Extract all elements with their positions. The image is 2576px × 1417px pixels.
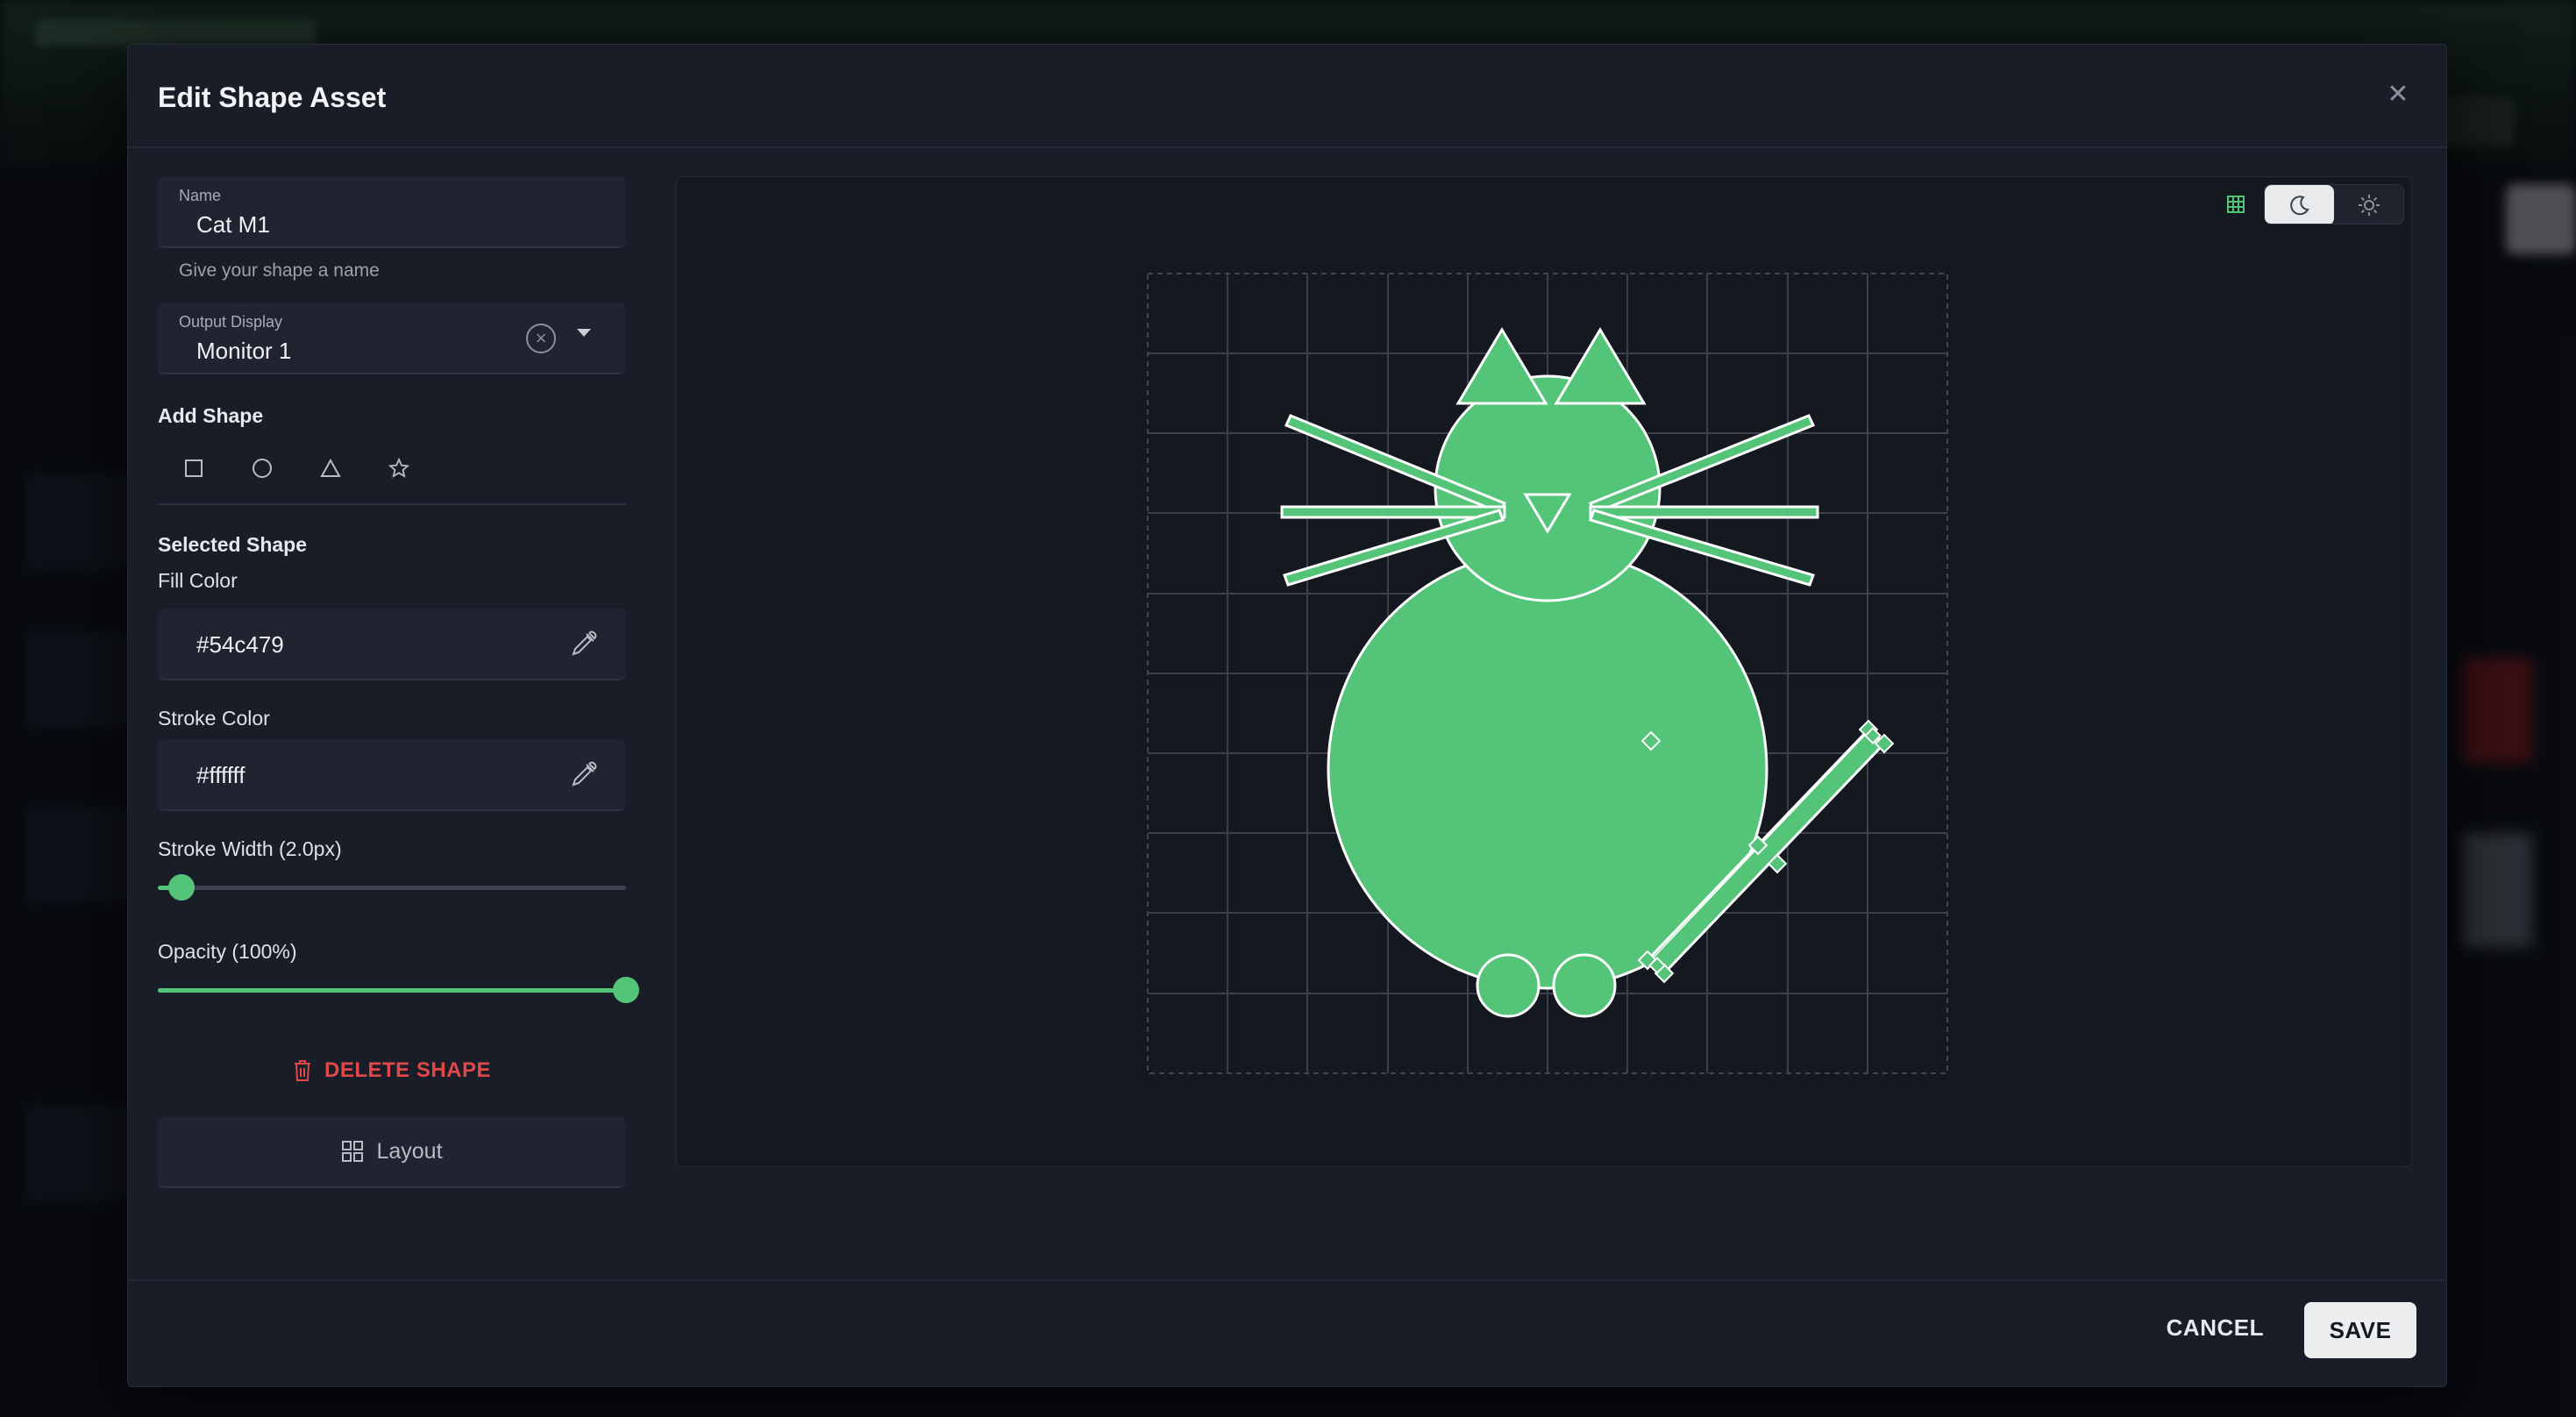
- output-display-value[interactable]: Monitor 1: [196, 338, 291, 365]
- shape-properties-panel: Name Cat M1 Give your shape a name Outpu…: [158, 176, 639, 1188]
- edit-shape-modal: Edit Shape Asset ✕ Name Cat M1 Give your…: [127, 44, 2447, 1387]
- stroke-color-label: Stroke Color: [158, 707, 270, 730]
- opacity-slider[interactable]: [158, 972, 639, 1008]
- slider-track[interactable]: [158, 886, 626, 890]
- eyedropper-icon[interactable]: [568, 758, 600, 790]
- fill-color-value[interactable]: #54c479: [196, 631, 284, 659]
- triangle-icon[interactable]: [317, 455, 344, 481]
- selected-shape-title: Selected Shape: [158, 533, 308, 556]
- layout-label: Layout: [376, 1138, 443, 1164]
- slider-thumb[interactable]: [613, 977, 639, 1003]
- chevron-down-icon[interactable]: [577, 329, 591, 337]
- stroke-width-label: Stroke Width (2.0px): [158, 837, 342, 860]
- cat-left-foot-shape[interactable]: [1476, 953, 1541, 1018]
- layout-button[interactable]: Layout: [158, 1116, 626, 1188]
- cat-whisker-shape[interactable]: [1280, 505, 1506, 519]
- shape-canvas[interactable]: [676, 176, 2412, 1167]
- modal-title: Edit Shape Asset: [158, 82, 387, 113]
- close-icon[interactable]: ✕: [2385, 82, 2411, 108]
- cat-right-ear-shape[interactable]: [1554, 327, 1647, 405]
- add-shape-toolbar: [181, 452, 626, 484]
- cat-left-ear-shape[interactable]: [1455, 327, 1548, 405]
- cat-right-foot-shape[interactable]: [1552, 953, 1617, 1018]
- output-display-label: Output Display: [179, 313, 283, 331]
- output-display-select[interactable]: Output Display Monitor 1 ×: [158, 303, 626, 374]
- cat-artwork[interactable]: [677, 177, 2413, 1168]
- name-helper-text: Give your shape a name: [179, 260, 380, 281]
- slider-fill: [158, 988, 626, 993]
- eyedropper-icon[interactable]: [568, 628, 600, 659]
- cat-whisker-shape[interactable]: [1589, 505, 1819, 519]
- star-icon[interactable]: [386, 455, 412, 481]
- opacity-label: Opacity (100%): [158, 940, 297, 963]
- name-field-value[interactable]: Cat M1: [196, 211, 270, 239]
- square-icon[interactable]: [181, 455, 207, 481]
- stroke-color-field[interactable]: #ffffff: [158, 739, 626, 811]
- delete-shape-label: DELETE SHAPE: [324, 1058, 492, 1082]
- trash-icon: [294, 1060, 310, 1081]
- modal-footer: CANCEL SAVE: [128, 1279, 2446, 1386]
- add-shape-title: Add Shape: [158, 404, 264, 427]
- modal-header: Edit Shape Asset ✕: [128, 45, 2446, 148]
- slider-thumb[interactable]: [167, 874, 195, 901]
- fill-color-label: Fill Color: [158, 569, 238, 592]
- stroke-width-slider[interactable]: [158, 870, 626, 905]
- circle-icon[interactable]: [249, 455, 275, 481]
- fill-color-field[interactable]: #54c479: [158, 609, 626, 680]
- grid-layout-icon: [342, 1141, 364, 1162]
- stroke-color-value[interactable]: #ffffff: [196, 762, 245, 789]
- clear-icon[interactable]: ×: [526, 324, 556, 353]
- section-divider: [158, 503, 626, 505]
- save-button[interactable]: SAVE: [2304, 1302, 2416, 1358]
- delete-shape-button[interactable]: DELETE SHAPE: [158, 1044, 626, 1097]
- name-field-label: Name: [179, 187, 222, 204]
- name-field[interactable]: Name Cat M1: [158, 176, 626, 248]
- cancel-button[interactable]: CANCEL: [2167, 1314, 2264, 1342]
